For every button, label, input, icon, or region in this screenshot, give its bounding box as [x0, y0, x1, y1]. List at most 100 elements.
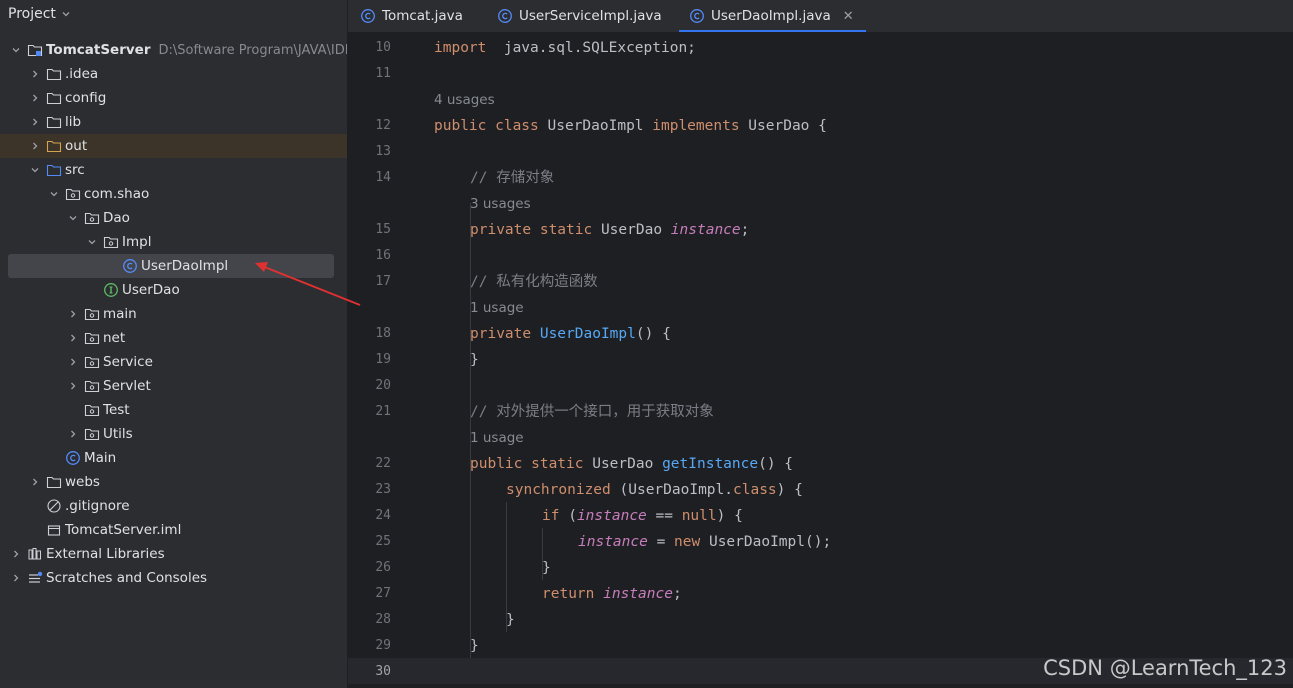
tree-item-net[interactable]: net	[0, 326, 347, 350]
code-token: }	[470, 352, 479, 368]
tree-item-idea[interactable]: .idea	[0, 62, 347, 86]
tab-userserviceimpl-java[interactable]: UserServiceImpl.java	[497, 0, 662, 32]
line-number[interactable]: 15	[348, 217, 391, 243]
tree-item-label: out	[65, 138, 88, 154]
code-line-27: return instance;	[542, 581, 682, 607]
line-number[interactable]: 23	[348, 477, 391, 503]
code-token: // 存储对象	[470, 170, 555, 186]
chevron-down-icon[interactable]	[8, 42, 24, 58]
package-icon	[84, 306, 100, 322]
chevron-down-icon[interactable]	[65, 210, 81, 226]
chevron-down-icon[interactable]	[27, 162, 43, 178]
chevron-right-icon[interactable]	[27, 114, 43, 130]
tree-item-config[interactable]: config	[0, 86, 347, 110]
line-number[interactable]: 18	[348, 321, 391, 347]
code-line-22: public static UserDao getInstance() {	[470, 451, 793, 477]
folder-icon	[46, 474, 62, 490]
line-number[interactable]: 25	[348, 529, 391, 555]
code-token: if	[542, 508, 569, 524]
usage-hint[interactable]: 4 usages	[434, 87, 495, 113]
chevron-right-icon[interactable]	[65, 330, 81, 346]
project-view-selector[interactable]: Project	[8, 4, 72, 24]
code-line-17: // 私有化构造函数	[470, 269, 598, 295]
line-number[interactable]: 20	[348, 373, 391, 399]
tree-item-label: Test	[103, 402, 130, 418]
line-number[interactable]: 19	[348, 347, 391, 373]
chevron-right-icon[interactable]	[8, 570, 24, 586]
chevron-right-icon[interactable]	[65, 354, 81, 370]
close-icon[interactable]: ✕	[843, 9, 854, 24]
chevron-right-icon[interactable]	[65, 378, 81, 394]
chevron-down-icon[interactable]	[84, 234, 100, 250]
tree-item-label: src	[65, 162, 85, 178]
project-path: D:\Software Program\JAVA\IDEA\	[158, 42, 348, 58]
package-icon	[84, 354, 100, 370]
class-icon	[690, 9, 704, 23]
code-token: java.sql.SQLException;	[486, 40, 696, 56]
chevron-right-icon[interactable]	[27, 474, 43, 490]
chevron-right-icon[interactable]	[8, 546, 24, 562]
line-number[interactable]: 30	[348, 659, 391, 685]
package-icon	[65, 186, 81, 202]
tree-item-utils[interactable]: Utils	[0, 422, 347, 446]
tree-item-main-class[interactable]: Main	[0, 446, 347, 470]
package-icon	[84, 330, 100, 346]
tree-item-out[interactable]: out	[0, 134, 347, 158]
tab-tomcat-java[interactable]: Tomcat.java	[360, 0, 463, 32]
code-editor[interactable]: 10 11 12 13 14 15 16 17 18 19 20 21 22 23 24 25 26 27 28 29…	[348, 33, 1293, 688]
line-number[interactable]: 29	[348, 633, 391, 659]
line-number[interactable]: 13	[348, 139, 391, 165]
tree-item-service[interactable]: Service	[0, 350, 347, 374]
line-number[interactable]: 24	[348, 503, 391, 529]
tree-item-userdaoimpl[interactable]: UserDaoImpl	[0, 254, 347, 278]
code-token: public class	[434, 118, 548, 134]
chevron-right-icon[interactable]	[27, 138, 43, 154]
tree-item-userdao[interactable]: UserDao	[0, 278, 347, 302]
line-number[interactable]: 10	[348, 35, 391, 61]
chevron-right-icon[interactable]	[65, 306, 81, 322]
code-token: instance	[603, 586, 673, 602]
package-icon	[103, 234, 119, 250]
chevron-right-icon[interactable]	[65, 426, 81, 442]
tree-item-impl[interactable]: Impl	[0, 230, 347, 254]
line-number[interactable]: 27	[348, 581, 391, 607]
chevron-right-icon[interactable]	[27, 90, 43, 106]
line-number[interactable]: 26	[348, 555, 391, 581]
tree-item-label: com.shao	[84, 186, 150, 202]
folder-icon	[46, 114, 62, 130]
tree-item-servlet[interactable]: Servlet	[0, 374, 347, 398]
code-token: instance	[670, 222, 741, 238]
tree-item-main[interactable]: main	[0, 302, 347, 326]
tree-item-lib[interactable]: lib	[0, 110, 347, 134]
tree-item-src[interactable]: src	[0, 158, 347, 182]
code-token: implements	[652, 118, 749, 134]
line-number[interactable]: 17	[348, 269, 391, 295]
tree-item-external-libraries[interactable]: External Libraries	[0, 542, 347, 566]
tab-userdaoimpl-java[interactable]: UserDaoImpl.java ✕	[679, 0, 866, 32]
tree-item-dao[interactable]: Dao	[0, 206, 347, 230]
usage-hint[interactable]: 3 usages	[470, 191, 531, 217]
tree-item-webs[interactable]: webs	[0, 470, 347, 494]
tree-item-iml[interactable]: TomcatServer.iml	[0, 518, 347, 542]
tree-item-com-shao[interactable]: com.shao	[0, 182, 347, 206]
code-token: UserDaoImpl();	[708, 534, 832, 550]
tree-item-gitignore[interactable]: .gitignore	[0, 494, 347, 518]
usage-hint[interactable]: 1 usage	[470, 425, 524, 451]
line-number[interactable]: 12	[348, 113, 391, 139]
tree-item-test[interactable]: Test	[0, 398, 347, 422]
tree-item-label: TomcatServer.iml	[65, 522, 182, 538]
tree-item-scratches[interactable]: Scratches and Consoles	[0, 566, 347, 590]
line-number[interactable]: 22	[348, 451, 391, 477]
chevron-down-icon[interactable]	[46, 186, 62, 202]
line-number[interactable]: 28	[348, 607, 391, 633]
line-number[interactable]: 16	[348, 243, 391, 269]
usage-hint[interactable]: 1 usage	[470, 295, 524, 321]
line-number[interactable]: 21	[348, 399, 391, 425]
line-number[interactable]: 11	[348, 61, 391, 87]
line-number[interactable]: 14	[348, 165, 391, 191]
tree-item-tomcatserver[interactable]: TomcatServer D:\Software Program\JAVA\IDE…	[0, 38, 347, 62]
chevron-right-icon[interactable]	[27, 66, 43, 82]
